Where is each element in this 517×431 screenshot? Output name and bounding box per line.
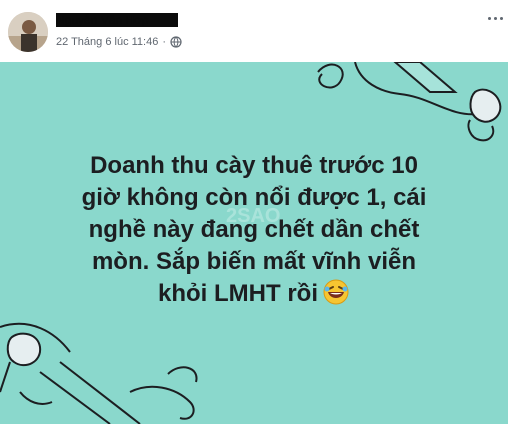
post-text-line: giờ không còn nổi được 1, cái [81, 184, 427, 211]
post-text-line-last: khỏi LMHT rồi [20, 278, 488, 310]
post-meta: 22 Tháng 6 lúc 11:46 · [56, 35, 182, 49]
meta-separator: · [162, 36, 167, 48]
rolling-on-floor-laughing-emoji [323, 279, 349, 305]
author-name[interactable]: Nguyễn Văn Hợp [56, 13, 178, 27]
post-text-line: nghề này đang chết dần chết [88, 216, 420, 243]
more-options-icon[interactable] [486, 12, 506, 26]
page-edge [508, 62, 517, 431]
post-text-line: mòn. Sắp biến mất vĩnh viễn [91, 248, 417, 275]
post-text-line-content: khỏi LMHT rồi [158, 280, 318, 307]
post-text: Doanh thu cày thuê trước 10 giờ không cò… [20, 150, 488, 310]
post-timestamp[interactable]: 22 Tháng 6 lúc 11:46 [56, 35, 158, 49]
post-header: Nguyễn Văn Hợp 22 Tháng 6 lúc 11:46 · [0, 0, 517, 62]
post-background-card: 2SAO Doanh thu cày thuê trước 10 giờ khô… [0, 62, 508, 424]
post-text-line: Doanh thu cày thuê trước 10 [90, 152, 418, 179]
globe-icon[interactable] [170, 36, 182, 48]
avatar-photo [8, 12, 48, 52]
avatar[interactable] [8, 12, 48, 52]
